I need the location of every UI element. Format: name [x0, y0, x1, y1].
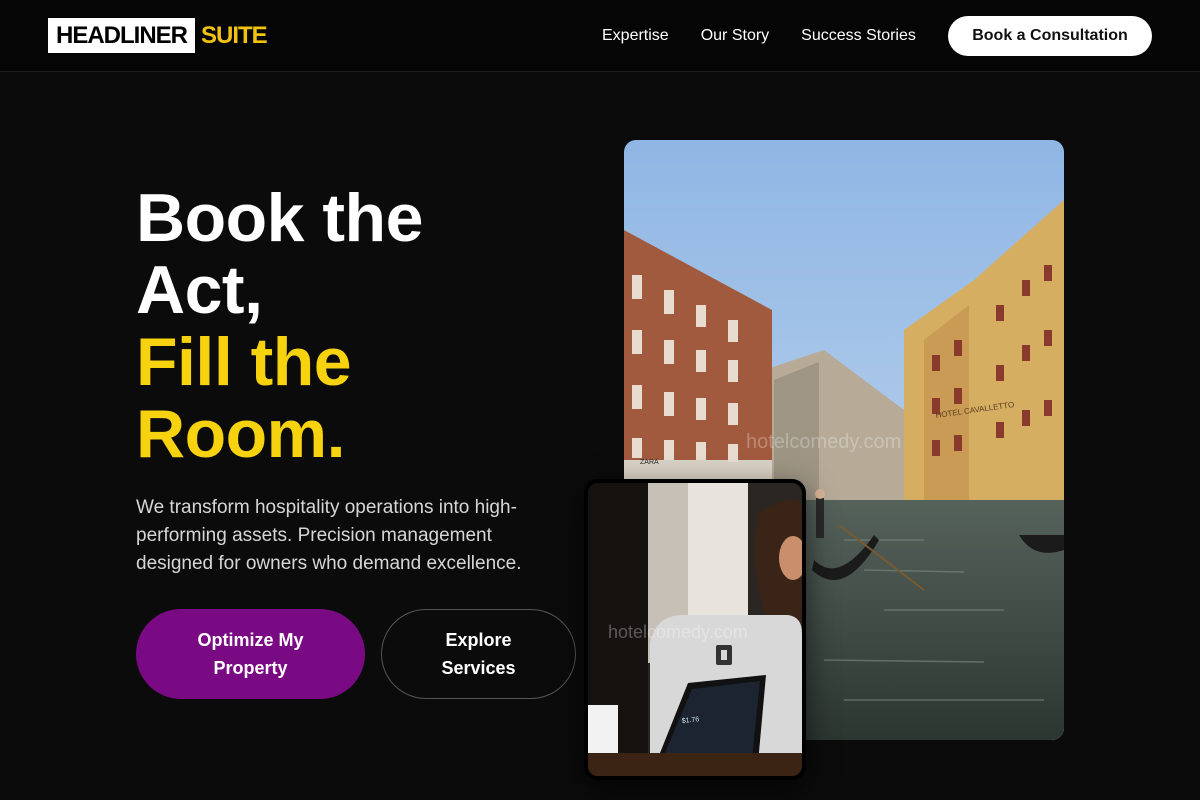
nav-link-expertise[interactable]: Expertise	[602, 27, 669, 45]
overlay-watermark: hotelcomedy.com	[608, 622, 748, 642]
pos-terminal-image: $1.76 hotelcomedy.com	[584, 479, 806, 780]
optimize-property-button[interactable]: Optimize My Property	[136, 609, 365, 699]
explore-services-button[interactable]: Explore Services	[381, 609, 576, 699]
headline-accent-line-2: Room.	[136, 396, 346, 472]
logo-text: HEADLINER	[48, 18, 196, 53]
headline-line-1: Book the	[136, 180, 423, 256]
nav-link-success-stories[interactable]: Success Stories	[801, 27, 916, 45]
pos-terminal-illustration: $1.76 hotelcomedy.com	[588, 483, 802, 776]
shop-sign: ZARA	[640, 459, 659, 466]
main-watermark: hotelcomedy.com	[746, 431, 901, 453]
hero-subtitle: We transform hospitality operations into…	[136, 497, 522, 574]
site-header: HEADLINER SUITE Expertise Our Story Succ…	[0, 0, 1200, 72]
headline-line-2: Act,	[136, 252, 263, 328]
main-nav: Expertise Our Story Success Stories	[602, 0, 948, 72]
headline-accent-line-1: Fill the	[136, 324, 352, 400]
hero-headline: Book the Act, Fill the Room.	[136, 182, 596, 470]
logo-accent-text: SUITE	[201, 21, 268, 49]
book-consultation-button[interactable]: Book a Consultation	[948, 16, 1152, 56]
nav-link-our-story[interactable]: Our Story	[701, 27, 769, 45]
logo[interactable]: HEADLINER SUITE	[48, 18, 268, 53]
